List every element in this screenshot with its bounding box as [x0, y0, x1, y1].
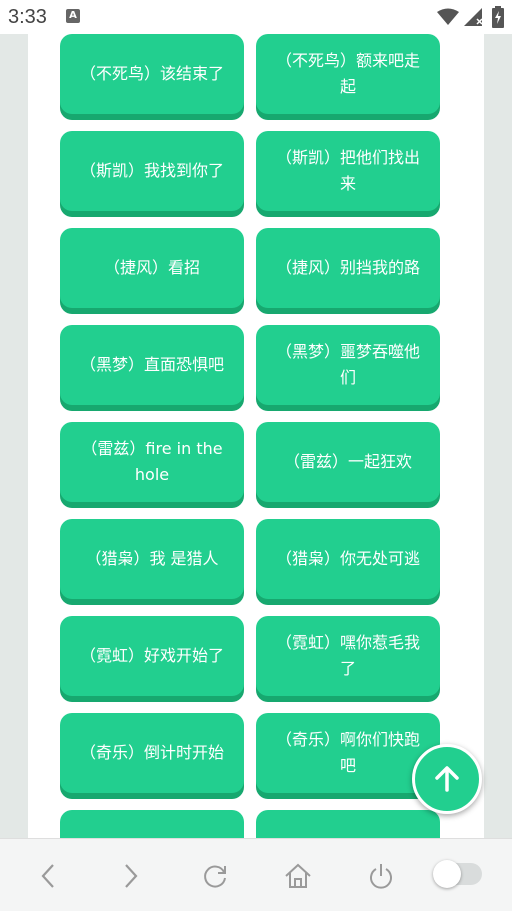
forward-icon [125, 864, 138, 888]
status-time: 3:33 [8, 6, 47, 28]
sound-button[interactable]: （猎枭）你无处可逃 [256, 519, 440, 599]
sound-button[interactable]: （捷风）看招 [60, 228, 244, 308]
sound-button[interactable]: （奇乐）倒计时开始 [60, 713, 244, 793]
sound-button[interactable]: （不死鸟）额来吧走起 [256, 34, 440, 114]
sound-button[interactable]: （不死鸟）该结束了 [60, 34, 244, 114]
sound-button[interactable] [60, 810, 244, 838]
notification-icon: A [66, 9, 80, 23]
sound-button[interactable]: （猎枭）我 是猎人 [60, 519, 244, 599]
sound-button[interactable]: （黑梦）直面恐惧吧 [60, 325, 244, 405]
forward-button[interactable] [116, 861, 146, 891]
content-area[interactable]: （不死鸟）该结束了 （不死鸟）额来吧走起 （斯凯）我找到你了 （斯凯）把他们找出… [28, 34, 484, 838]
refresh-icon [204, 865, 226, 888]
status-bar: 3:33 A [0, 0, 512, 34]
sound-button[interactable]: （斯凯）我找到你了 [60, 131, 244, 211]
toggle-knob [433, 860, 461, 888]
home-button[interactable] [283, 861, 313, 891]
toggle-switch[interactable] [433, 860, 482, 888]
wifi-icon [437, 8, 459, 30]
sound-button[interactable] [256, 810, 440, 838]
bottom-toolbar [0, 838, 512, 911]
power-icon [370, 864, 392, 889]
sound-button[interactable]: （雷兹）fire in the hole [60, 422, 244, 502]
sound-button[interactable]: （霓虹）好戏开始了 [60, 616, 244, 696]
sound-button[interactable]: （捷风）别挡我的路 [256, 228, 440, 308]
refresh-button[interactable] [200, 861, 230, 891]
sound-button[interactable]: （斯凯）把他们找出来 [256, 131, 440, 211]
home-icon [285, 863, 311, 888]
sound-button[interactable]: （雷兹）一起狂欢 [256, 422, 440, 502]
battery-icon [492, 6, 504, 32]
power-button[interactable] [366, 861, 396, 891]
signal-icon [464, 8, 484, 30]
sound-button[interactable]: （霓虹）嘿你惹毛我了 [256, 616, 440, 696]
arrow-up-icon [435, 766, 459, 792]
sound-button[interactable]: （黑梦）噩梦吞噬他们 [256, 325, 440, 405]
back-icon [41, 864, 54, 888]
scroll-to-top-button[interactable] [412, 744, 482, 814]
back-button[interactable] [33, 861, 63, 891]
